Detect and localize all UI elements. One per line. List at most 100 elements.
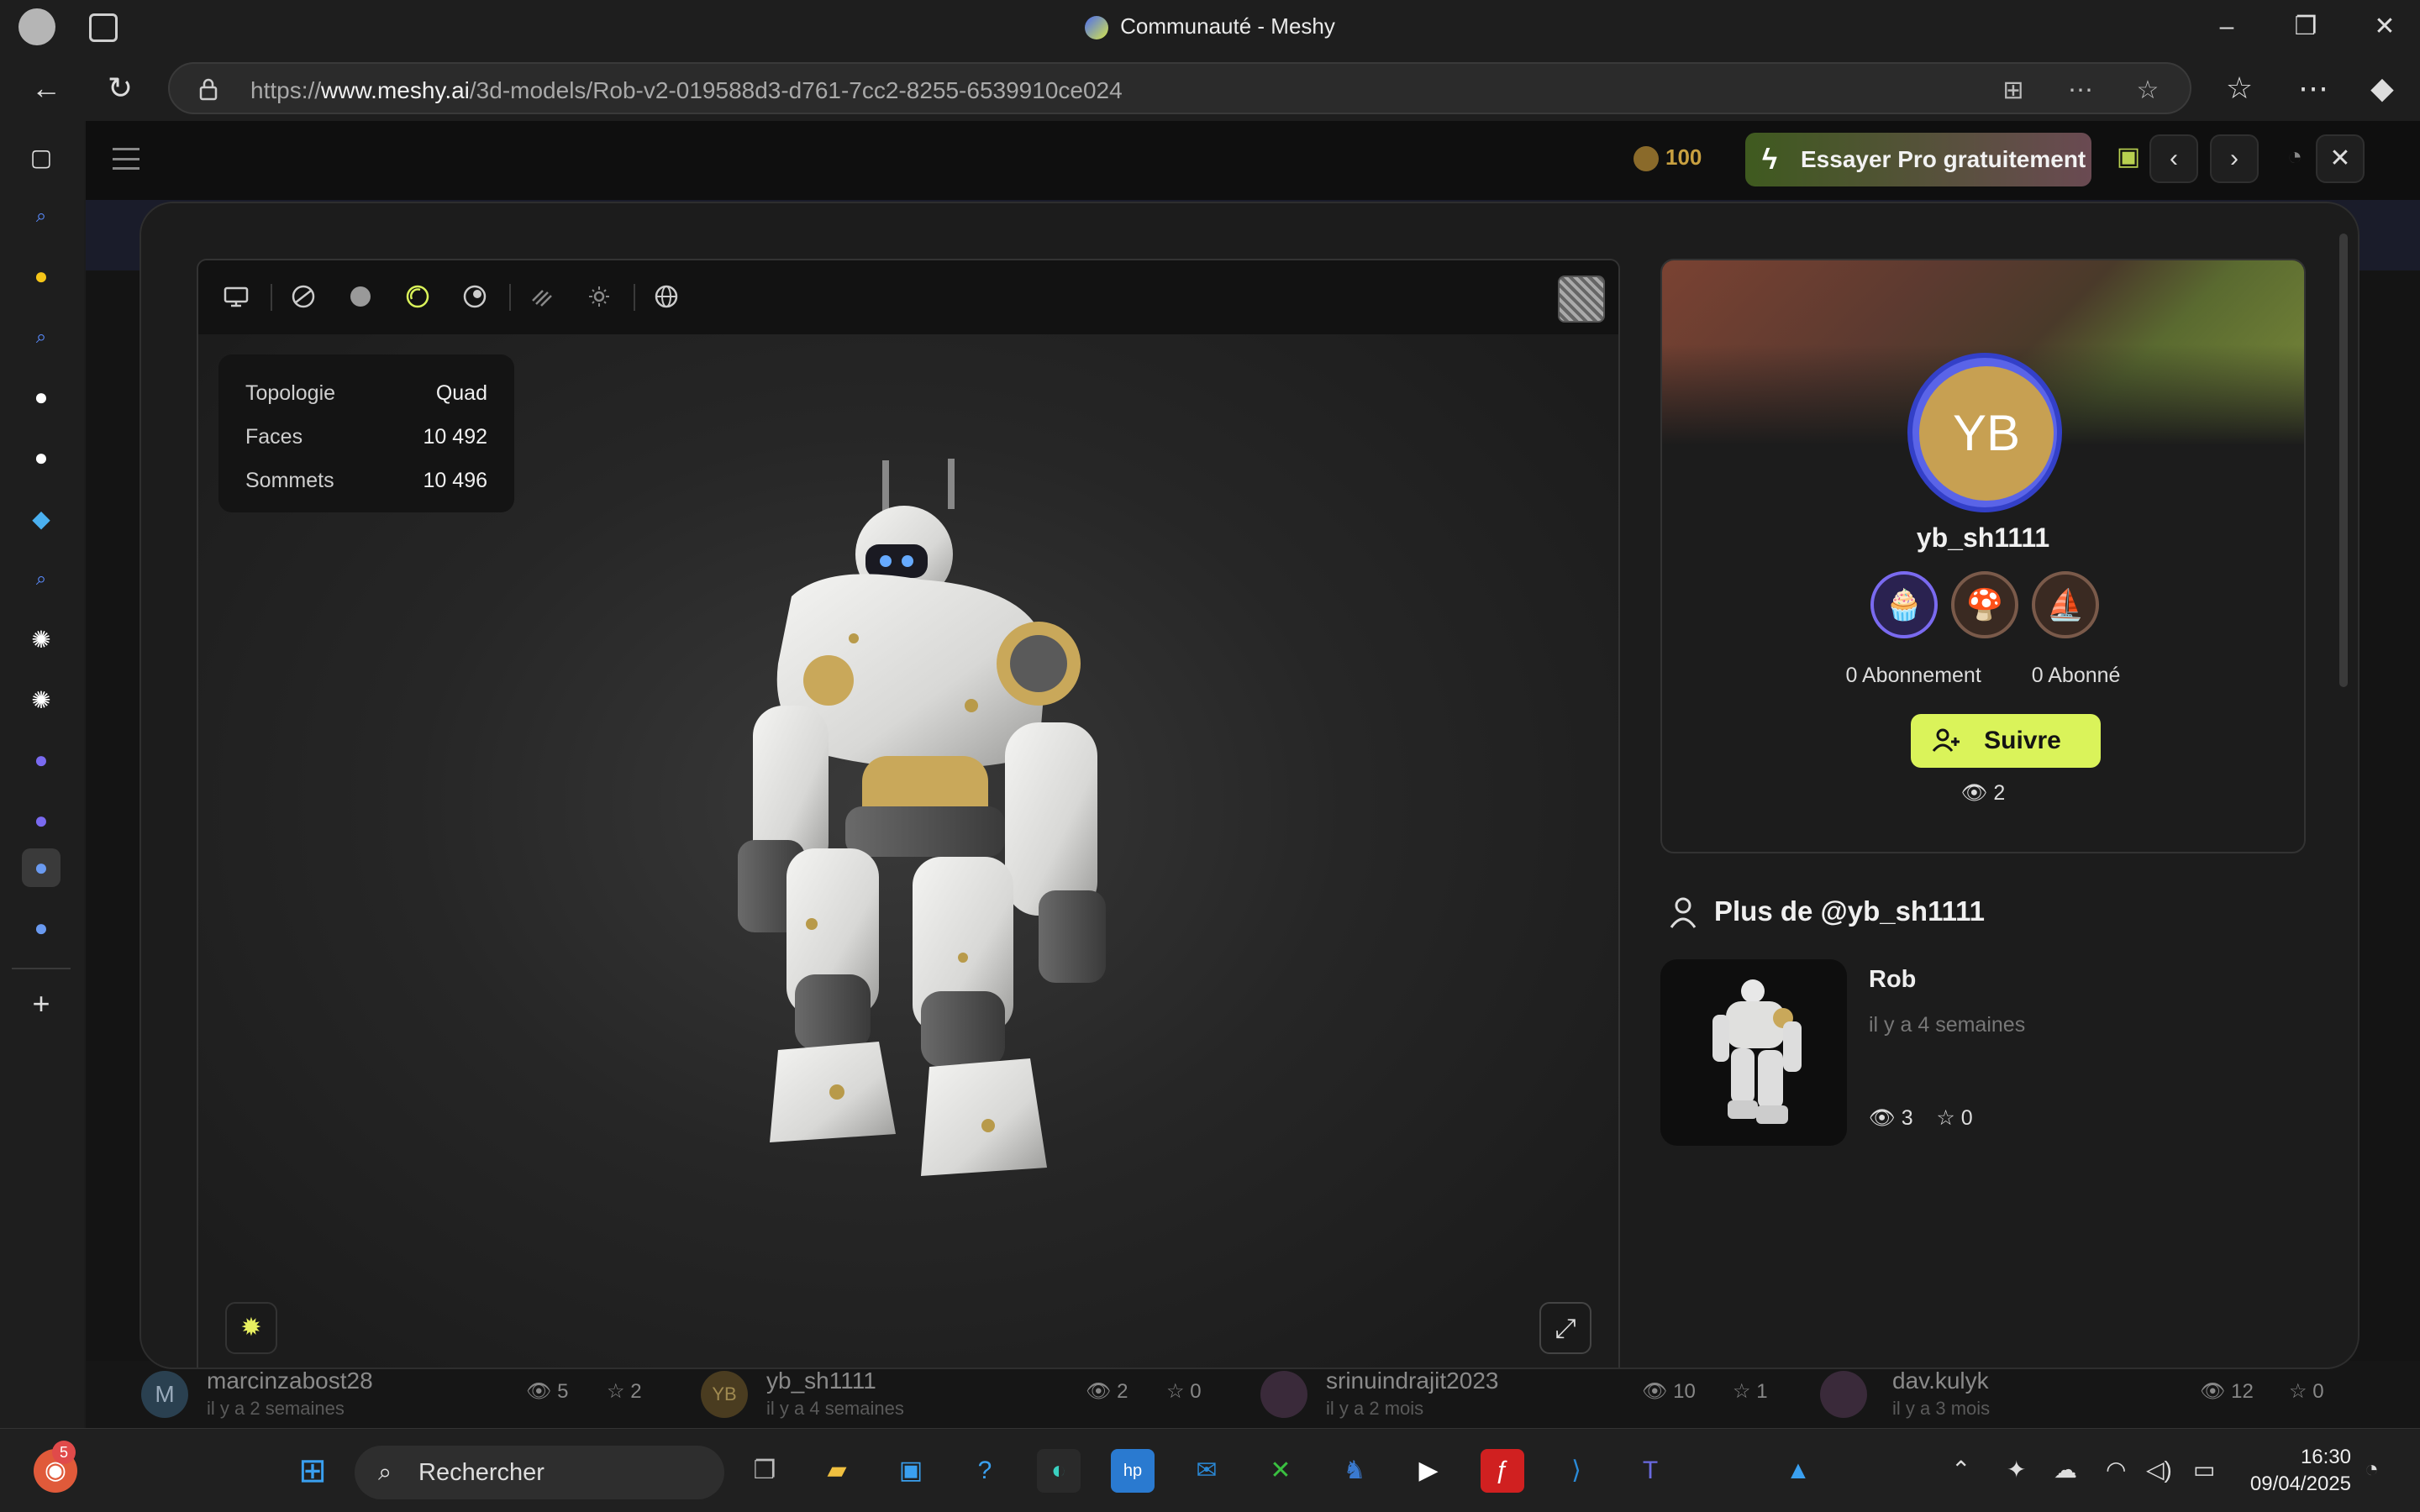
notification-center-icon[interactable]: ◔ <box>2365 1456 2379 1483</box>
globe-icon[interactable] <box>652 282 681 311</box>
favorite-star-icon[interactable]: ☆ <box>2131 74 2165 108</box>
clock[interactable]: 16:30 09/04/2025 <box>2233 1444 2351 1498</box>
apps-icon[interactable]: ⊞ <box>1996 74 2030 108</box>
taskbar-search[interactable]: ⌕ Rechercher <box>355 1446 724 1499</box>
creator-username[interactable]: yb_sh1111 <box>1662 522 2304 554</box>
feed-username[interactable]: dav.kulyk <box>1892 1368 1989 1394</box>
back-icon[interactable]: ← <box>27 69 66 108</box>
minimize-icon[interactable]: – <box>2202 8 2252 45</box>
openai-icon-2[interactable]: ✺ <box>22 680 60 719</box>
toolbar-divider <box>271 284 272 311</box>
sidebar-tabs-icon[interactable]: ▢ <box>22 138 60 176</box>
feed-username[interactable]: marcinzabost28 <box>207 1368 373 1394</box>
feed-time: il y a 4 semaines <box>766 1398 904 1419</box>
myhp-icon[interactable]: hp <box>1111 1449 1155 1493</box>
flash-icon[interactable]: ƒ <box>1481 1449 1524 1493</box>
sidebar-search-icon-2[interactable]: ⌕ <box>22 318 60 356</box>
teams-icon[interactable]: T <box>1628 1449 1672 1493</box>
solid-sphere-icon[interactable] <box>346 282 375 311</box>
feed-avatar[interactable] <box>1820 1371 1867 1418</box>
sidebar-emoji-icon[interactable]: ● <box>22 257 60 296</box>
close-window-icon[interactable]: ✕ <box>2360 8 2410 45</box>
meshy-sidebar-icon[interactable]: ● <box>22 848 60 887</box>
3d-viewer[interactable]: Topologie Quad Faces 10 492 Sommets 10 496 <box>197 259 1620 1368</box>
outlook-icon[interactable]: ✉ <box>1185 1449 1228 1493</box>
lightbulb-button[interactable]: ✹ <box>225 1302 277 1354</box>
restore-icon[interactable]: ❐ <box>2281 8 2331 45</box>
github-icon[interactable]: ● <box>22 378 60 417</box>
model-card-thumbnail[interactable] <box>1660 959 1847 1146</box>
followers-count[interactable]: 0 Abonné <box>2032 664 2121 688</box>
creator-avatar[interactable]: YB <box>1919 366 2054 501</box>
add-icon[interactable]: + <box>22 984 60 1023</box>
windows-start-icon[interactable]: ⊞ <box>291 1449 334 1493</box>
feed-username[interactable]: yb_sh1111 <box>766 1368 876 1394</box>
vscode-icon[interactable]: ⟩ <box>1555 1449 1598 1493</box>
sidebar-app-icon[interactable]: ◆ <box>22 499 60 538</box>
mushroom-badge-icon[interactable]: 🍄 <box>1951 571 2018 638</box>
cupcake-badge-icon[interactable]: 🧁 <box>1870 571 1938 638</box>
feed-views-value: 5 <box>557 1380 569 1403</box>
xbox-icon[interactable]: ✕ <box>1259 1449 1302 1493</box>
model-card-title[interactable]: Rob <box>1869 966 1916 994</box>
gift-icon[interactable]: ▣ <box>2104 134 2153 183</box>
next-model-button[interactable]: › <box>2210 134 2259 183</box>
model-detail-modal: Topologie Quad Faces 10 492 Sommets 10 496 <box>139 202 2360 1369</box>
bell-icon[interactable]: ◔ <box>2270 134 2319 183</box>
follow-button[interactable]: Suivre <box>1911 714 2101 768</box>
feed-avatar[interactable]: YB <box>701 1371 748 1418</box>
sidebar-app-icon-3[interactable]: ● <box>22 801 60 840</box>
sidebar-app-icon-2[interactable]: ● <box>22 741 60 780</box>
dropbox-icon[interactable]: ✦ <box>2007 1456 2026 1483</box>
task-view-icon[interactable]: ❐ <box>743 1449 786 1493</box>
youtube-icon[interactable]: ▶ <box>1407 1449 1450 1493</box>
hatch-icon[interactable] <box>528 282 556 311</box>
feed-username[interactable]: srinuindrajit2023 <box>1326 1368 1498 1394</box>
app-icon[interactable]: ♞ <box>1333 1449 1376 1493</box>
battery-icon[interactable]: ▭ <box>2193 1456 2215 1483</box>
sidebar-search-icon[interactable]: ⌕ <box>22 197 60 235</box>
stat-row: Topologie Quad <box>245 371 487 415</box>
pbr-sphere-icon[interactable] <box>460 282 489 311</box>
window-title: Communauté - Meshy <box>0 13 2420 40</box>
tray-chevron-icon[interactable]: ⌃ <box>1951 1456 1970 1483</box>
ship-badge-icon[interactable]: ⛵ <box>2032 571 2099 638</box>
file-explorer-icon[interactable]: ▰ <box>815 1449 859 1493</box>
refresh-icon[interactable]: ↻ <box>101 69 139 108</box>
light-settings-icon[interactable] <box>585 282 613 311</box>
following-count[interactable]: 0 Abonnement <box>1846 664 1981 688</box>
wireframe-icon[interactable] <box>289 282 318 311</box>
texture-sphere-icon[interactable] <box>403 282 432 311</box>
hamburger-menu-icon[interactable] <box>113 148 139 170</box>
more-tools-icon[interactable]: ⋯ <box>2064 74 2097 108</box>
feed-avatar[interactable]: M <box>141 1371 188 1418</box>
close-modal-button[interactable]: ✕ <box>2316 134 2365 183</box>
wifi-icon[interactable]: ◠ <box>2106 1456 2126 1483</box>
copilot-icon[interactable]: ◆ <box>2363 69 2402 108</box>
stat-label: Topologie <box>245 381 336 405</box>
github-icon-2[interactable]: ● <box>22 438 60 477</box>
modal-scrollbar[interactable] <box>2339 234 2348 687</box>
sidebar-search-icon-3[interactable]: ⌕ <box>22 559 60 598</box>
feed-avatar[interactable] <box>1260 1371 1307 1418</box>
prev-model-button[interactable]: ‹ <box>2149 134 2198 183</box>
texture-thumbnail[interactable] <box>1558 276 1605 323</box>
openai-icon[interactable]: ✺ <box>22 620 60 659</box>
onedrive-icon[interactable]: ☁ <box>2054 1456 2077 1483</box>
volume-icon[interactable]: ◁) <box>2146 1456 2172 1483</box>
robot-3d-model[interactable] <box>686 454 1173 1210</box>
try-pro-button[interactable]: ϟ Essayer Pro gratuitement <box>1745 133 2091 186</box>
settings-more-icon[interactable]: ⋯ <box>2294 69 2333 108</box>
star-icon[interactable]: ☆ <box>1936 1106 1954 1130</box>
meshy-sidebar-icon-2[interactable]: ● <box>22 909 60 948</box>
photos-icon[interactable]: ▲ <box>1776 1449 1820 1493</box>
edge-icon[interactable]: ◐ <box>1037 1449 1081 1493</box>
help-icon[interactable]: ? <box>963 1449 1007 1493</box>
favorites-list-icon[interactable]: ☆ <box>2220 69 2259 108</box>
credits-counter[interactable]: 100 <box>1634 144 1702 172</box>
store-icon[interactable]: ▣ <box>889 1449 933 1493</box>
url-field[interactable]: https://www.meshy.ai/3d-models/Rob-v2-01… <box>168 62 2191 114</box>
fullscreen-button[interactable]: ⤢ <box>1539 1302 1591 1354</box>
monitor-icon[interactable] <box>222 282 250 311</box>
toolbar-divider <box>509 284 511 311</box>
